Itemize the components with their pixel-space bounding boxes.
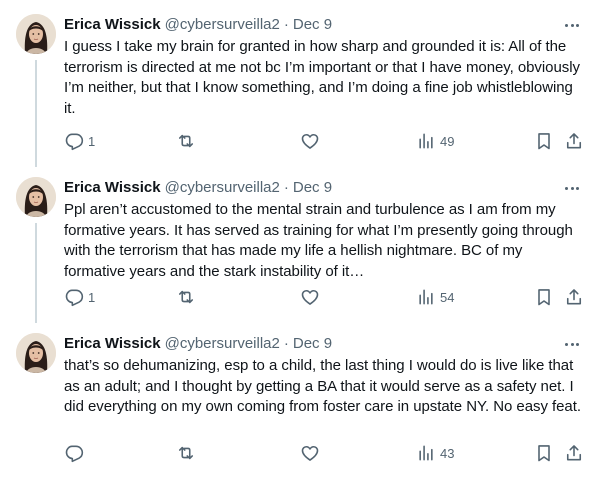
author-name[interactable]: Erica Wissick: [64, 334, 161, 354]
separator: ·: [283, 334, 289, 352]
share-button[interactable]: [564, 131, 584, 151]
more-icon[interactable]: [560, 16, 584, 34]
retweet-icon: [178, 446, 194, 460]
views-icon: [419, 445, 433, 461]
avatar[interactable]: [16, 14, 56, 54]
tweet[interactable]: Erica Wissick @cybersurveilla2 · Dec 9 I…: [0, 0, 600, 167]
views-button[interactable]: 43: [416, 443, 454, 463]
heart-icon: [301, 289, 319, 305]
heart-icon: [301, 133, 319, 149]
retweet-button[interactable]: [176, 287, 200, 307]
like-button[interactable]: [300, 443, 324, 463]
share-icon: [566, 289, 582, 305]
bookmark-button[interactable]: [534, 131, 554, 151]
reply-icon: [65, 289, 84, 307]
author-handle[interactable]: @cybersurveilla2: [165, 178, 280, 198]
author-name[interactable]: Erica Wissick: [64, 178, 161, 198]
tweet-text: Ppl aren’t accustomed to the mental stra…: [64, 201, 573, 280]
tweet-actions: 1 54: [64, 287, 600, 307]
author-name[interactable]: Erica Wissick: [64, 15, 161, 35]
tweet-header: Erica Wissick @cybersurveilla2 · Dec 9: [64, 177, 588, 198]
view-count: 54: [440, 289, 455, 305]
thread-connector-line: [35, 60, 37, 167]
tweet-header: Erica Wissick @cybersurveilla2 · Dec 9: [64, 333, 588, 354]
bookmark-button[interactable]: [534, 287, 554, 307]
heart-icon: [301, 445, 319, 461]
bookmark-icon: [538, 133, 550, 150]
share-button[interactable]: [564, 443, 584, 463]
reply-button[interactable]: 1: [64, 131, 95, 151]
tweet[interactable]: Erica Wissick @cybersurveilla2 · Dec 9 t…: [0, 319, 600, 477]
like-button[interactable]: [300, 287, 324, 307]
avatar-photo: [16, 333, 56, 373]
separator: ·: [283, 178, 289, 196]
tweet-text: that’s so dehumanizing, esp to a child, …: [64, 357, 581, 416]
tweet-date[interactable]: Dec 9: [293, 15, 332, 35]
avatar[interactable]: [16, 333, 56, 373]
avatar[interactable]: [16, 177, 56, 217]
tweet-header: Erica Wissick @cybersurveilla2 · Dec 9: [64, 14, 588, 35]
retweet-button[interactable]: [176, 443, 200, 463]
reply-icon: [65, 133, 84, 151]
tweet[interactable]: Erica Wissick @cybersurveilla2 · Dec 9 P…: [0, 163, 600, 323]
separator: ·: [283, 15, 289, 33]
author-handle[interactable]: @cybersurveilla2: [165, 334, 280, 354]
author-handle[interactable]: @cybersurveilla2: [165, 15, 280, 35]
tweet-date[interactable]: Dec 9: [293, 178, 332, 198]
share-icon: [566, 133, 582, 149]
share-button[interactable]: [564, 287, 584, 307]
share-icon: [566, 445, 582, 461]
retweet-icon: [178, 134, 194, 148]
views-button[interactable]: 49: [416, 131, 454, 151]
more-icon[interactable]: [560, 179, 584, 197]
bookmark-icon: [538, 445, 550, 462]
views-icon: [419, 133, 433, 149]
tweet-actions: 1 49: [64, 131, 600, 151]
views-icon: [419, 289, 433, 305]
more-icon[interactable]: [560, 335, 584, 353]
reply-count: 1: [88, 133, 96, 149]
tweet-date[interactable]: Dec 9: [293, 334, 332, 354]
reply-button[interactable]: 1: [64, 287, 95, 307]
avatar-photo: [16, 14, 56, 54]
reply-count: 1: [88, 289, 96, 305]
tweet-thread: Erica Wissick @cybersurveilla2 · Dec 9 I…: [0, 0, 600, 477]
tweet-text: I guess I take my brain for granted in h…: [64, 38, 580, 117]
avatar-photo: [16, 177, 56, 217]
tweet-actions: 43: [64, 443, 600, 463]
bookmark-button[interactable]: [534, 443, 554, 463]
bookmark-icon: [538, 289, 550, 306]
view-count: 43: [440, 445, 455, 461]
thread-connector-line: [35, 223, 37, 323]
retweet-button[interactable]: [176, 131, 200, 151]
reply-icon: [65, 445, 84, 463]
reply-button[interactable]: [64, 443, 88, 463]
retweet-icon: [178, 290, 194, 304]
like-button[interactable]: [300, 131, 324, 151]
views-button[interactable]: 54: [416, 287, 454, 307]
view-count: 49: [440, 133, 455, 149]
